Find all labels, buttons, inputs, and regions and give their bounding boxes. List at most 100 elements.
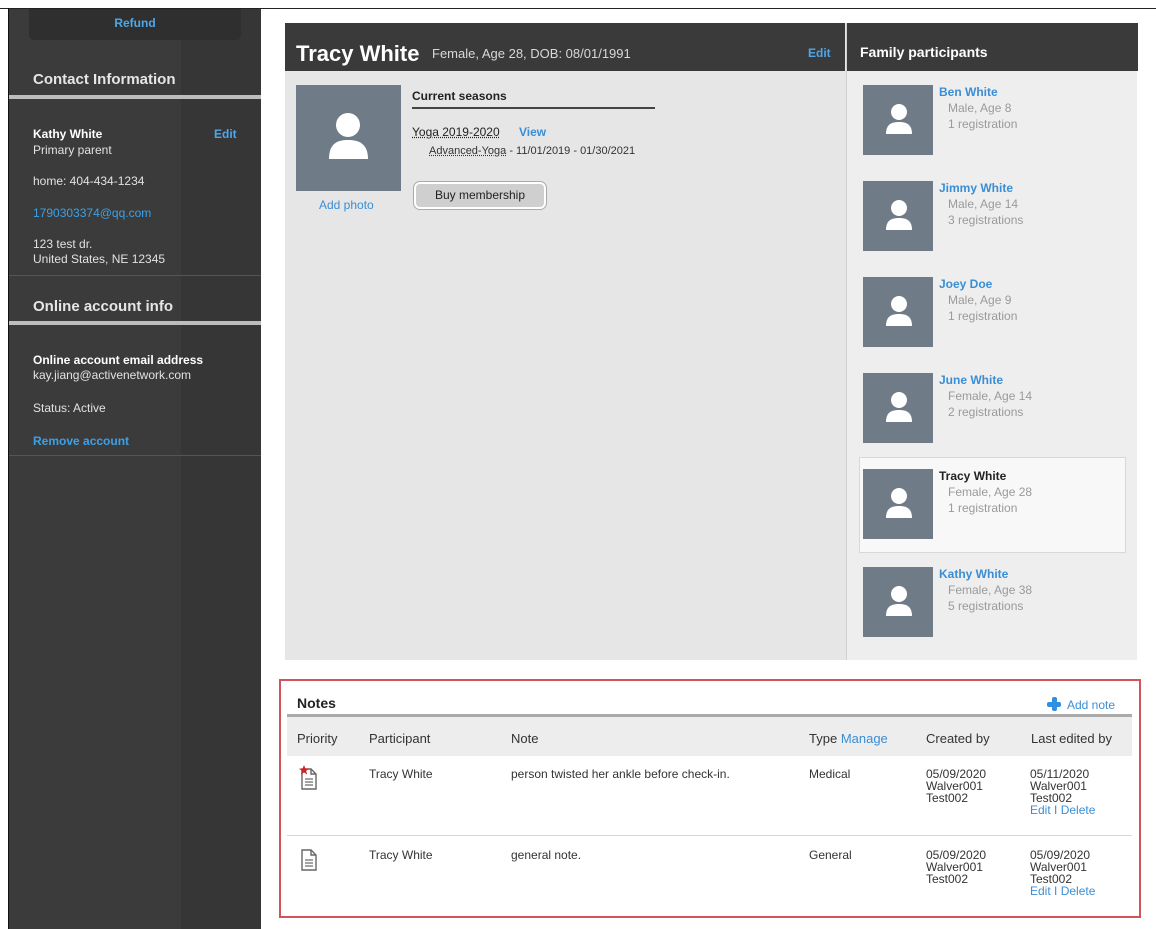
member-registrations: 1 registration: [948, 501, 1018, 515]
program-name: Advanced-Yoga: [429, 145, 507, 157]
delete-note-link[interactable]: Delete: [1061, 803, 1096, 817]
contact-email-link[interactable]: 1790303374@qq.com: [33, 206, 151, 220]
member-avatar: [863, 277, 933, 347]
col-participant: Participant: [369, 731, 431, 746]
program-line: Advanced-Yoga - 11/01/2019 - 01/30/2021: [429, 145, 635, 157]
person-silhouette-icon: [886, 586, 912, 616]
profile-avatar[interactable]: [296, 85, 401, 191]
member-registrations: 2 registrations: [948, 405, 1024, 419]
person-silhouette-icon: [886, 200, 912, 230]
note-created: 05/09/2020 Walver001 Test002: [926, 849, 986, 885]
remove-account-link[interactable]: Remove account: [33, 434, 129, 448]
add-note-button[interactable]: Add note: [1047, 697, 1115, 712]
person-silhouette-icon: [886, 296, 912, 326]
contact-rule: [9, 95, 261, 99]
sidebar-divider: [9, 275, 261, 276]
family-member[interactable]: Jimmy White Male, Age 14 3 registrations: [863, 181, 1123, 251]
col-type-label: Type: [809, 731, 838, 746]
member-info: Male, Age 14: [948, 197, 1019, 211]
priority-document-icon: [298, 765, 317, 790]
online-heading: Online account info: [33, 298, 174, 315]
family-member[interactable]: June White Female, Age 14 2 registration…: [863, 373, 1123, 443]
sidebar: Refund Contact Information Kathy White E…: [9, 9, 261, 929]
profile-panel: Tracy White Female, Age 28, DOB: 08/01/1…: [285, 23, 1138, 660]
delete-note-link[interactable]: Delete: [1061, 884, 1096, 898]
sidebar-column: [181, 9, 261, 929]
person-silhouette-icon: [886, 392, 912, 422]
action-separator: I: [1050, 803, 1061, 817]
contact-heading: Contact Information: [33, 71, 176, 88]
note-type: General: [809, 848, 852, 862]
member-name: Tracy White: [939, 469, 1007, 483]
member-name-link[interactable]: Jimmy White: [939, 181, 1013, 195]
sidebar-divider-bottom: [9, 455, 261, 456]
note-edited: 05/09/2020 Walver001 Test002 Edit I Dele…: [1030, 849, 1095, 897]
member-info: Male, Age 8: [948, 101, 1012, 115]
note-text: general note.: [511, 848, 582, 862]
participant-details: Female, Age 28, DOB: 08/01/1991: [432, 46, 631, 61]
person-silhouette-icon: [329, 113, 368, 159]
family-panel: Family participants Ben White Male, Age …: [846, 23, 1138, 660]
current-seasons-rule: [412, 107, 655, 109]
buy-membership-button[interactable]: Buy membership: [414, 182, 546, 209]
contact-edit-link[interactable]: Edit: [214, 127, 237, 141]
note-actions: Edit I Delete: [1030, 804, 1095, 816]
created-user: Test002: [926, 872, 969, 886]
note-participant: Tracy White: [369, 767, 433, 781]
contact-name: Kathy White: [33, 127, 103, 141]
notes-section: Notes Add note Priority Participant Note…: [279, 679, 1141, 918]
created-user: Test002: [926, 791, 969, 805]
member-info: Male, Age 9: [948, 293, 1012, 307]
member-avatar: [863, 469, 933, 539]
family-member[interactable]: Joey Doe Male, Age 9 1 registration: [863, 277, 1123, 347]
col-last-edited-by: Last edited by: [1031, 731, 1112, 746]
participant-name: Tracy White: [296, 41, 420, 66]
member-registrations: 3 registrations: [948, 213, 1024, 227]
col-created-by: Created by: [926, 731, 990, 746]
document-icon: [301, 849, 317, 871]
add-photo-link[interactable]: Add photo: [319, 198, 374, 212]
profile-edit-link[interactable]: Edit: [808, 46, 831, 60]
note-type: Medical: [809, 767, 851, 781]
member-name-link[interactable]: Ben White: [939, 85, 998, 99]
action-separator: I: [1050, 884, 1061, 898]
contact-phone: home: 404-434-1234: [33, 174, 145, 188]
plus-icon: [1047, 697, 1061, 711]
member-avatar: [863, 567, 933, 637]
family-member-selected[interactable]: Tracy White Female, Age 28 1 registratio…: [859, 457, 1126, 553]
note-text: person twisted her ankle before check-in…: [511, 767, 730, 781]
edit-note-link[interactable]: Edit: [1030, 884, 1051, 898]
program-dates: - 11/01/2019 - 01/30/2021: [506, 145, 636, 157]
add-note-label: Add note: [1067, 698, 1116, 712]
member-name-link[interactable]: Joey Doe: [939, 277, 992, 291]
contact-role: Primary parent: [33, 143, 112, 157]
member-info: Female, Age 14: [948, 389, 1033, 403]
manage-types-link[interactable]: Manage: [841, 731, 888, 746]
current-seasons-title: Current seasons: [412, 89, 507, 103]
family-title: Family participants: [847, 23, 1138, 71]
member-registrations: 1 registration: [948, 117, 1018, 131]
member-name-link[interactable]: June White: [939, 373, 1003, 387]
address-line2: United States, NE 12345: [33, 252, 166, 266]
col-priority: Priority: [297, 731, 338, 746]
col-note: Note: [511, 731, 539, 746]
member-registrations: 1 registration: [948, 309, 1018, 323]
family-member[interactable]: Ben White Male, Age 8 1 registration: [863, 85, 1123, 155]
online-email: kay.jiang@activenetwork.com: [33, 368, 192, 382]
member-avatar: [863, 85, 933, 155]
edit-note-link[interactable]: Edit: [1030, 803, 1051, 817]
member-name-link[interactable]: Kathy White: [939, 567, 1008, 581]
notes-table-header: Priority Participant Note Type Manage Cr…: [287, 717, 1132, 756]
member-avatar: [863, 373, 933, 443]
profile-header: Tracy White Female, Age 28, DOB: 08/01/1…: [285, 23, 845, 71]
note-actions: Edit I Delete: [1030, 885, 1095, 897]
note-created: 05/09/2020 Walver001 Test002: [926, 768, 986, 804]
season-view-link[interactable]: View: [519, 125, 546, 139]
refund-button[interactable]: Refund: [29, 9, 241, 40]
online-rule: [9, 321, 261, 325]
person-silhouette-icon: [886, 488, 912, 518]
season-name: Yoga 2019-2020: [412, 125, 500, 139]
family-member[interactable]: Kathy White Female, Age 38 5 registratio…: [863, 567, 1123, 637]
note-edited: 05/11/2020 Walver001 Test002 Edit I Dele…: [1030, 768, 1095, 816]
online-email-label: Online account email address: [33, 353, 204, 367]
